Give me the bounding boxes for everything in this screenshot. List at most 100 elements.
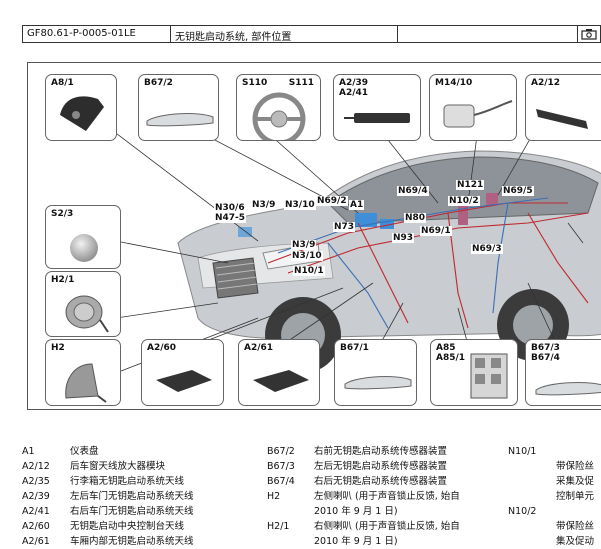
- part-box-h2: H2: [45, 339, 121, 406]
- callout-n69-3: N69/3: [471, 244, 503, 254]
- legend-desc: 控制单元: [556, 491, 595, 502]
- legend-desc: 左后无钥匙启动系统传感器装置: [314, 461, 448, 472]
- part-label-s111: S111: [288, 78, 314, 88]
- legend-desc: 采集及促: [556, 476, 595, 487]
- callout-n10-2: N10/2: [448, 196, 480, 206]
- legend-code: A2/12: [22, 461, 50, 472]
- part-box-steering-wheel: S110 S111: [236, 74, 321, 141]
- callout-n69-4: N69/4: [397, 186, 429, 196]
- part-box-h2-1: H2/1: [45, 271, 121, 337]
- legend-code: A2/60: [22, 521, 50, 532]
- callout-a1: A1: [349, 200, 365, 210]
- legend-code: A1: [22, 446, 35, 457]
- legend-row: 2010 年 9 月 1 日): [267, 534, 460, 549]
- callout-n69-2: N69/2: [316, 196, 348, 206]
- legend-desc: 后车窗天线放大器模块: [70, 461, 166, 472]
- part-label-b67-2: B67/2: [144, 78, 173, 88]
- legend-row: 控制单元: [508, 489, 601, 504]
- legend-desc: 车厢内部无钥匙启动系统天线: [70, 536, 194, 547]
- legend-row: B67/3 左后无钥匙启动系统传感器装置: [267, 459, 460, 474]
- legend-row: A2/41 右后车门无钥匙启动系统天线: [0, 504, 194, 519]
- legend-code: A2/61: [22, 536, 50, 547]
- legend-code: [267, 534, 314, 549]
- part-label-a2-61: A2/61: [244, 343, 274, 353]
- part-label-h2-1: H2/1: [51, 275, 75, 285]
- part-box-a2-61: A2/61: [238, 339, 320, 406]
- legend-row: A2/39 左后车门无钥匙启动系统天线: [0, 489, 194, 504]
- legend-code: [508, 474, 556, 489]
- part-label-s2-3: S2/3: [51, 209, 74, 219]
- document-code: GF80.61-P-0005-01LE: [23, 26, 171, 42]
- document-title: 无钥匙启动系统, 部件位置: [171, 26, 398, 43]
- legend-code: B67/2: [267, 446, 295, 457]
- callout-n3-10: N3/10: [284, 200, 316, 210]
- part-label-h2: H2: [51, 343, 65, 353]
- legend-code: N10/1: [508, 446, 537, 457]
- legend-code: B67/4: [267, 476, 295, 487]
- callout-n73: N73: [333, 222, 356, 232]
- part-box-b67-1: B67/1: [334, 339, 417, 406]
- legend-row: A2/35 行李箱无钥匙启动系统天线: [0, 474, 194, 489]
- legend-desc: 左后车门无钥匙启动系统天线: [70, 491, 194, 502]
- part-box-m14-10: M14/10: [429, 74, 517, 141]
- part-label-a2-39-a2-41: A2/39 A2/41: [339, 78, 369, 98]
- part-label-m14-10: M14/10: [435, 78, 473, 88]
- legend-code: A2/39: [22, 491, 50, 502]
- legend-desc: 2010 年 9 月 1 日): [314, 506, 398, 517]
- document-header: GF80.61-P-0005-01LE 无钥匙启动系统, 部件位置: [22, 25, 601, 43]
- legend-column-1: A1 仪表盘 A2/12 后车窗天线放大器模块 A2/35 行李箱无钥匙启动系统天线 …: [0, 444, 194, 549]
- legend-code: [508, 489, 556, 504]
- callout-n121: N121: [456, 180, 485, 190]
- legend-code: [508, 519, 556, 534]
- callout-n69-1: N69/1: [420, 226, 452, 236]
- component-location-figure: A8/1 B67/2 S110 S111 A2/39 A2/41 M14/10: [27, 62, 601, 410]
- legend-desc: 右侧喇叭 (用于声音锁止反馈, 始自: [314, 521, 460, 532]
- legend-desc: 右后车门无钥匙启动系统天线: [70, 506, 194, 517]
- callout-n10-1: N10/1: [293, 266, 325, 276]
- legend-desc: 右前无钥匙启动系统传感器装置: [314, 446, 448, 457]
- callout-n3-9-lower: N3/9: [291, 240, 317, 250]
- callout-n69-5: N69/5: [502, 186, 534, 196]
- legend-code: B67/3: [267, 461, 295, 472]
- legend-row: 带保险丝: [508, 519, 601, 534]
- legend-code: A2/35: [22, 476, 50, 487]
- camera-icon: [578, 26, 600, 42]
- header-blank-cell: [398, 26, 578, 42]
- legend-row: 带保险丝: [508, 459, 601, 474]
- legend-column-3: N10/1 带保险丝 采集及促 控制单元 N10/2 带保险丝 集及促动: [508, 444, 601, 549]
- legend-desc: 行李箱无钥匙启动系统天线: [70, 476, 185, 487]
- part-box-b67-2-top: B67/2: [138, 74, 219, 141]
- legend-code: A2/41: [22, 506, 50, 517]
- legend-desc: 无钥匙启动中央控制台天线: [70, 521, 185, 532]
- part-label-b67-3-b67-4: B67/3 B67/4: [531, 343, 560, 363]
- legend-row: 集及促动: [508, 534, 601, 549]
- legend-code: [508, 459, 556, 474]
- legend-desc: 2010 年 9 月 1 日): [314, 536, 398, 547]
- part-label-b67-1: B67/1: [340, 343, 369, 353]
- callout-n93: N93: [392, 233, 415, 243]
- legend-row: A2/12 后车窗天线放大器模块: [0, 459, 194, 474]
- legend-row: N10/2: [508, 504, 601, 519]
- part-box-s2-3: S2/3: [45, 205, 121, 269]
- legend-row: H2/1 右侧喇叭 (用于声音锁止反馈, 始自: [267, 519, 460, 534]
- part-box-a85-a85-1: A85 A85/1: [430, 339, 518, 406]
- part-label-a85-a85-1: A85 A85/1: [436, 343, 466, 363]
- legend-code: H2/1: [267, 521, 290, 532]
- legend-row: A1 仪表盘: [0, 444, 194, 459]
- legend-row: B67/4 右后无钥匙启动系统传感器装置: [267, 474, 460, 489]
- legend-code: [508, 534, 556, 549]
- part-box-a2-60: A2/60: [141, 339, 224, 406]
- legend-desc: 带保险丝: [556, 521, 595, 532]
- part-label-a2-12: A2/12: [531, 78, 561, 88]
- part-box-a2-39-a2-41: A2/39 A2/41: [333, 74, 421, 141]
- legend-code: N10/2: [508, 506, 537, 517]
- legend-row: A2/61 车厢内部无钥匙启动系统天线: [0, 534, 194, 549]
- part-label-s110: S110: [242, 78, 268, 88]
- legend-column-2: B67/2 右前无钥匙启动系统传感器装置 B67/3 左后无钥匙启动系统传感器装置 …: [267, 444, 460, 549]
- legend-desc: 集及促动: [556, 536, 595, 547]
- legend-row: N10/1: [508, 444, 601, 459]
- legend-row: H2 左侧喇叭 (用于声音锁止反馈, 始自: [267, 489, 460, 504]
- legend-code: [267, 504, 314, 519]
- legend-desc: 左侧喇叭 (用于声音锁止反馈, 始自: [314, 491, 460, 502]
- legend-code: H2: [267, 491, 281, 502]
